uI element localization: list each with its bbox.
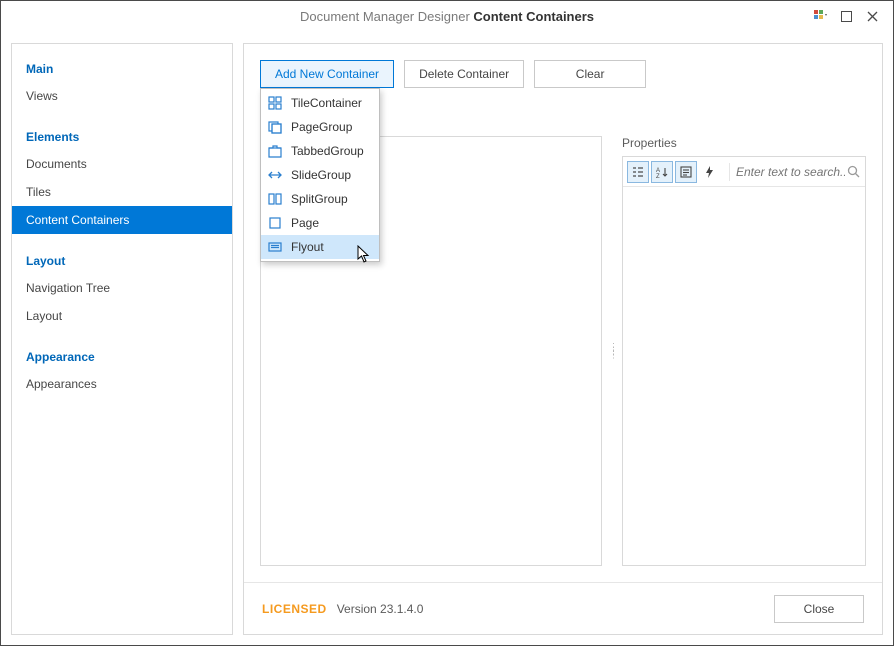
alphabetical-icon[interactable]: A Z [651,161,673,183]
properties-grid: A Z [622,156,866,566]
search-icon[interactable] [845,163,861,181]
body: Main Views Elements Documents Tiles Cont… [1,33,893,645]
categorized-icon[interactable] [627,161,649,183]
menu-label: SplitGroup [291,192,348,206]
version-label: Version 23.1.4.0 [337,602,424,616]
window: Document Manager Designer Content Contai… [0,0,894,646]
properties-label: Properties [622,136,866,150]
sidebar-item-layout[interactable]: Layout [12,302,232,330]
close-icon[interactable] [865,9,879,23]
sidebar: Main Views Elements Documents Tiles Cont… [11,43,233,635]
properties-panel: Properties [622,136,866,566]
property-pages-icon[interactable] [675,161,697,183]
tabbedgroup-icon [267,143,283,159]
sidebar-item-content-containers[interactable]: Content Containers [12,206,232,234]
toolbar: Add New Container Delete Container Clear [260,60,866,88]
add-new-container-button[interactable]: Add New Container [260,60,394,88]
menu-label: Flyout [291,240,324,254]
maximize-icon[interactable] [839,9,853,23]
properties-toolbar: A Z [623,157,865,187]
events-icon[interactable] [699,161,721,183]
layout-options-icon[interactable] [813,9,827,23]
splitter[interactable]: ⋮⋮⋮ [609,346,618,357]
menu-label: TileContainer [291,96,362,110]
footer: LICENSED Version 23.1.4.0 Close [244,582,882,634]
menu-item-slidegroup[interactable]: SlideGroup [261,163,379,187]
pagegroup-icon [267,119,283,135]
title-prefix: Document Manager Designer [300,9,470,24]
title-main: Content Containers [473,9,594,24]
splitgroup-icon [267,191,283,207]
menu-item-page[interactable]: Page [261,211,379,235]
sidebar-header-main: Main [12,54,232,82]
sidebar-item-tiles[interactable]: Tiles [12,178,232,206]
sidebar-item-navigation-tree[interactable]: Navigation Tree [12,274,232,302]
menu-label: SlideGroup [291,168,351,182]
clear-button[interactable]: Clear [534,60,646,88]
property-search[interactable] [729,163,861,181]
sidebar-item-views[interactable]: Views [12,82,232,110]
page-icon [267,215,283,231]
menu-item-tabbedgroup[interactable]: TabbedGroup [261,139,379,163]
svg-text:Z: Z [656,174,660,179]
menu-item-splitgroup[interactable]: SplitGroup [261,187,379,211]
menu-label: Page [291,216,319,230]
menu-item-pagegroup[interactable]: PageGroup [261,115,379,139]
titlebar: Document Manager Designer Content Contai… [1,1,893,33]
property-search-input[interactable] [736,165,845,179]
sidebar-item-appearances[interactable]: Appearances [12,370,232,398]
menu-item-tilecontainer[interactable]: TileContainer [261,91,379,115]
delete-container-button[interactable]: Delete Container [404,60,524,88]
flyout-icon [267,239,283,255]
window-title: Document Manager Designer Content Contai… [11,9,883,24]
sidebar-header-elements: Elements [12,122,232,150]
close-button[interactable]: Close [774,595,864,623]
sidebar-item-documents[interactable]: Documents [12,150,232,178]
mouse-cursor-icon [357,245,371,263]
properties-grid-body[interactable] [623,187,865,565]
licensed-badge: LICENSED [262,602,327,616]
tilecontainer-icon [267,95,283,111]
main-panel: Add New Container Delete Container Clear… [243,43,883,635]
sidebar-header-layout: Layout [12,246,232,274]
window-controls [813,9,879,23]
slidegroup-icon [267,167,283,183]
sidebar-header-appearance: Appearance [12,342,232,370]
menu-label: TabbedGroup [291,144,364,158]
container-type-menu: TileContainer PageGroup [260,88,380,262]
menu-label: PageGroup [291,120,352,134]
